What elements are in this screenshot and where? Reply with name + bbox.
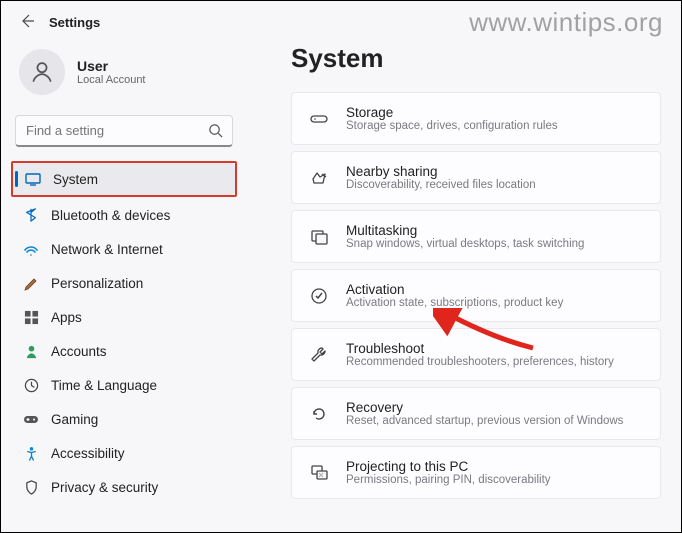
card-sub: Activation state, subscriptions, product… xyxy=(346,297,563,309)
card-sub: Permissions, pairing PIN, discoverabilit… xyxy=(346,474,551,486)
multitasking-icon xyxy=(308,226,330,248)
card-title: Multitasking xyxy=(346,223,584,238)
sidebar-item-time[interactable]: Time & Language xyxy=(11,369,237,401)
card-sub: Recommended troubleshooters, preferences… xyxy=(346,356,614,368)
card-title: Storage xyxy=(346,105,558,120)
card-title: Troubleshoot xyxy=(346,341,614,356)
nearby-icon xyxy=(308,167,330,189)
sidebar-item-label: Time & Language xyxy=(51,378,157,393)
storage-icon xyxy=(308,108,330,130)
back-arrow-icon[interactable] xyxy=(19,13,37,31)
sidebar-item-label: Personalization xyxy=(51,276,143,291)
profile-block[interactable]: User Local Account xyxy=(11,39,237,111)
sidebar-item-label: Network & Internet xyxy=(51,242,163,257)
card-projecting[interactable]: Projecting to this PCPermissions, pairin… xyxy=(291,446,661,499)
card-sub: Discoverability, received files location xyxy=(346,179,536,191)
card-sub: Reset, advanced startup, previous versio… xyxy=(346,415,623,427)
accounts-icon xyxy=(23,343,39,359)
sidebar-item-label: System xyxy=(53,172,98,187)
accessibility-icon xyxy=(23,445,39,461)
search-input[interactable] xyxy=(15,115,233,147)
sidebar-item-label: Apps xyxy=(51,310,82,325)
topbar: Settings xyxy=(1,1,681,39)
sidebar-item-label: Gaming xyxy=(51,412,98,427)
card-title: Recovery xyxy=(346,400,623,415)
card-title: Activation xyxy=(346,282,563,297)
search-box[interactable] xyxy=(15,115,233,147)
sidebar-item-gaming[interactable]: Gaming xyxy=(11,403,237,435)
gaming-icon xyxy=(23,411,39,427)
card-recovery[interactable]: RecoveryReset, advanced startup, previou… xyxy=(291,387,661,440)
projecting-icon xyxy=(308,462,330,484)
profile-name: User xyxy=(77,58,146,74)
sidebar-item-label: Accounts xyxy=(51,344,107,359)
nav-list: System Bluetooth & devices Network & Int… xyxy=(11,161,237,503)
sidebar-item-apps[interactable]: Apps xyxy=(11,301,237,333)
topbar-title: Settings xyxy=(49,15,100,30)
main-panel: System StorageStorage space, drives, con… xyxy=(247,39,681,532)
sidebar-item-system[interactable]: System xyxy=(13,163,235,195)
card-nearby[interactable]: Nearby sharingDiscoverability, received … xyxy=(291,151,661,204)
sidebar-item-label: Accessibility xyxy=(51,446,125,461)
bluetooth-icon xyxy=(23,207,39,223)
system-icon xyxy=(25,171,41,187)
sidebar-item-label: Bluetooth & devices xyxy=(51,208,170,223)
activation-icon xyxy=(308,285,330,307)
sidebar-item-accessibility[interactable]: Accessibility xyxy=(11,437,237,469)
page-title: System xyxy=(291,43,661,74)
card-title: Nearby sharing xyxy=(346,164,536,179)
sidebar-item-network[interactable]: Network & Internet xyxy=(11,233,237,265)
card-sub: Snap windows, virtual desktops, task swi… xyxy=(346,238,584,250)
profile-sub: Local Account xyxy=(77,74,146,86)
privacy-icon xyxy=(23,479,39,495)
troubleshoot-icon xyxy=(308,344,330,366)
card-multitasking[interactable]: MultitaskingSnap windows, virtual deskto… xyxy=(291,210,661,263)
card-sub: Storage space, drives, configuration rul… xyxy=(346,120,558,132)
recovery-icon xyxy=(308,403,330,425)
sidebar-item-accounts[interactable]: Accounts xyxy=(11,335,237,367)
search-icon xyxy=(208,123,223,143)
sidebar-item-privacy[interactable]: Privacy & security xyxy=(11,471,237,503)
card-storage[interactable]: StorageStorage space, drives, configurat… xyxy=(291,92,661,145)
time-icon xyxy=(23,377,39,393)
sidebar-item-bluetooth[interactable]: Bluetooth & devices xyxy=(11,199,237,231)
sidebar-item-personalization[interactable]: Personalization xyxy=(11,267,237,299)
personalization-icon xyxy=(23,275,39,291)
settings-cards: StorageStorage space, drives, configurat… xyxy=(291,92,661,499)
card-activation[interactable]: ActivationActivation state, subscription… xyxy=(291,269,661,322)
card-troubleshoot[interactable]: TroubleshootRecommended troubleshooters,… xyxy=(291,328,661,381)
apps-icon xyxy=(23,309,39,325)
sidebar: User Local Account System Bluetooth & de… xyxy=(1,39,247,532)
network-icon xyxy=(23,241,39,257)
avatar xyxy=(19,49,65,95)
card-title: Projecting to this PC xyxy=(346,459,551,474)
sidebar-item-label: Privacy & security xyxy=(51,480,158,495)
